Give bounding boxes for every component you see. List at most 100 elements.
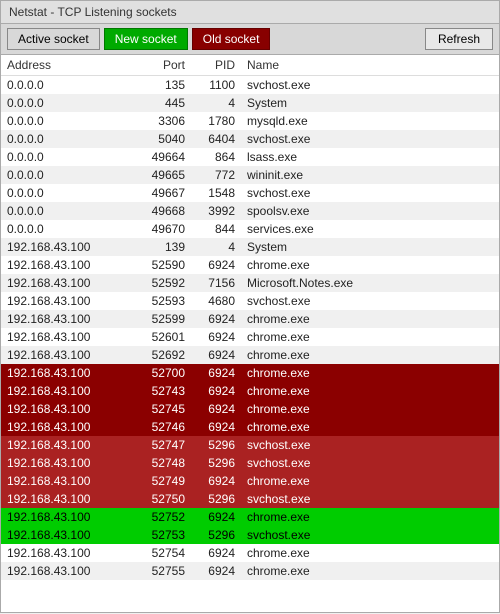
cell-port: 139 <box>131 238 191 256</box>
table-row: 0.0.0.033061780mysqld.exe <box>1 112 499 130</box>
cell-name: svchost.exe <box>241 130 499 148</box>
table-row: 192.168.43.100527466924chrome.exe <box>1 418 499 436</box>
cell-address: 192.168.43.100 <box>1 346 131 364</box>
refresh-button[interactable]: Refresh <box>425 28 493 50</box>
table-row: 192.168.43.100527505296svchost.exe <box>1 490 499 508</box>
table-row: 0.0.0.049664864lsass.exe <box>1 148 499 166</box>
cell-address: 192.168.43.100 <box>1 418 131 436</box>
cell-address: 192.168.43.100 <box>1 328 131 346</box>
cell-port: 49667 <box>131 184 191 202</box>
active-socket-tab[interactable]: Active socket <box>7 28 100 50</box>
cell-port: 52590 <box>131 256 191 274</box>
cell-pid: 1548 <box>191 184 241 202</box>
cell-port: 52700 <box>131 364 191 382</box>
cell-address: 192.168.43.100 <box>1 454 131 472</box>
cell-name: svchost.exe <box>241 76 499 95</box>
cell-port: 49670 <box>131 220 191 238</box>
cell-port: 52750 <box>131 490 191 508</box>
cell-port: 52747 <box>131 436 191 454</box>
cell-port: 52753 <box>131 526 191 544</box>
cell-address: 192.168.43.100 <box>1 508 131 526</box>
table-row: 192.168.43.100525927156Microsoft.Notes.e… <box>1 274 499 292</box>
cell-port: 445 <box>131 94 191 112</box>
table-row: 192.168.43.100527456924chrome.exe <box>1 400 499 418</box>
header-name: Name <box>241 55 499 76</box>
cell-port: 5040 <box>131 130 191 148</box>
header-address: Address <box>1 55 131 76</box>
cell-pid: 5296 <box>191 490 241 508</box>
title-bar: Netstat - TCP Listening sockets <box>0 0 500 23</box>
cell-pid: 4 <box>191 94 241 112</box>
cell-pid: 4 <box>191 238 241 256</box>
cell-address: 192.168.43.100 <box>1 490 131 508</box>
cell-port: 49665 <box>131 166 191 184</box>
cell-name: chrome.exe <box>241 472 499 490</box>
cell-pid: 6924 <box>191 364 241 382</box>
cell-name: chrome.exe <box>241 328 499 346</box>
table-row: 0.0.0.050406404svchost.exe <box>1 130 499 148</box>
cell-pid: 1100 <box>191 76 241 95</box>
cell-address: 192.168.43.100 <box>1 544 131 562</box>
cell-name: mysqld.exe <box>241 112 499 130</box>
cell-pid: 772 <box>191 166 241 184</box>
toolbar: Active socket New socket Old socket Refr… <box>0 23 500 55</box>
table-row: 0.0.0.049665772wininit.exe <box>1 166 499 184</box>
cell-port: 52752 <box>131 508 191 526</box>
cell-pid: 6924 <box>191 544 241 562</box>
table-row: 192.168.43.100527006924chrome.exe <box>1 364 499 382</box>
table-row: 192.168.43.100527436924chrome.exe <box>1 382 499 400</box>
cell-port: 52746 <box>131 418 191 436</box>
header-pid: PID <box>191 55 241 76</box>
table-row: 192.168.43.100527535296svchost.exe <box>1 526 499 544</box>
cell-port: 52599 <box>131 310 191 328</box>
cell-port: 52692 <box>131 346 191 364</box>
header-port: Port <box>131 55 191 76</box>
cell-address: 0.0.0.0 <box>1 130 131 148</box>
cell-name: chrome.exe <box>241 544 499 562</box>
cell-name: chrome.exe <box>241 400 499 418</box>
table-row: 192.168.43.100527526924chrome.exe <box>1 508 499 526</box>
cell-address: 0.0.0.0 <box>1 220 131 238</box>
cell-address: 0.0.0.0 <box>1 202 131 220</box>
cell-name: svchost.exe <box>241 490 499 508</box>
socket-table: Address Port PID Name 0.0.0.01351100svch… <box>1 55 499 580</box>
new-socket-tab[interactable]: New socket <box>104 28 188 50</box>
cell-name: System <box>241 94 499 112</box>
cell-port: 52749 <box>131 472 191 490</box>
cell-port: 49664 <box>131 148 191 166</box>
cell-address: 0.0.0.0 <box>1 76 131 95</box>
table-row: 192.168.43.100526926924chrome.exe <box>1 346 499 364</box>
cell-pid: 6924 <box>191 328 241 346</box>
cell-name: Microsoft.Notes.exe <box>241 274 499 292</box>
cell-pid: 6924 <box>191 346 241 364</box>
cell-pid: 6924 <box>191 472 241 490</box>
table-row: 0.0.0.0496683992spoolsv.exe <box>1 202 499 220</box>
cell-port: 3306 <box>131 112 191 130</box>
cell-address: 0.0.0.0 <box>1 112 131 130</box>
cell-port: 52593 <box>131 292 191 310</box>
table-row: 192.168.43.1001394System <box>1 238 499 256</box>
table-header-row: Address Port PID Name <box>1 55 499 76</box>
cell-pid: 5296 <box>191 526 241 544</box>
cell-port: 49668 <box>131 202 191 220</box>
socket-table-container[interactable]: Address Port PID Name 0.0.0.01351100svch… <box>0 55 500 613</box>
cell-name: lsass.exe <box>241 148 499 166</box>
old-socket-tab[interactable]: Old socket <box>192 28 271 50</box>
cell-address: 0.0.0.0 <box>1 148 131 166</box>
table-body: 0.0.0.01351100svchost.exe0.0.0.04454Syst… <box>1 76 499 581</box>
cell-address: 0.0.0.0 <box>1 166 131 184</box>
cell-port: 52743 <box>131 382 191 400</box>
cell-name: wininit.exe <box>241 166 499 184</box>
table-row: 192.168.43.100527485296svchost.exe <box>1 454 499 472</box>
cell-name: chrome.exe <box>241 418 499 436</box>
cell-pid: 6924 <box>191 562 241 580</box>
table-row: 192.168.43.100525906924chrome.exe <box>1 256 499 274</box>
cell-name: chrome.exe <box>241 256 499 274</box>
cell-address: 192.168.43.100 <box>1 292 131 310</box>
cell-pid: 6924 <box>191 256 241 274</box>
cell-pid: 1780 <box>191 112 241 130</box>
cell-name: System <box>241 238 499 256</box>
cell-name: svchost.exe <box>241 184 499 202</box>
cell-port: 52748 <box>131 454 191 472</box>
cell-name: services.exe <box>241 220 499 238</box>
